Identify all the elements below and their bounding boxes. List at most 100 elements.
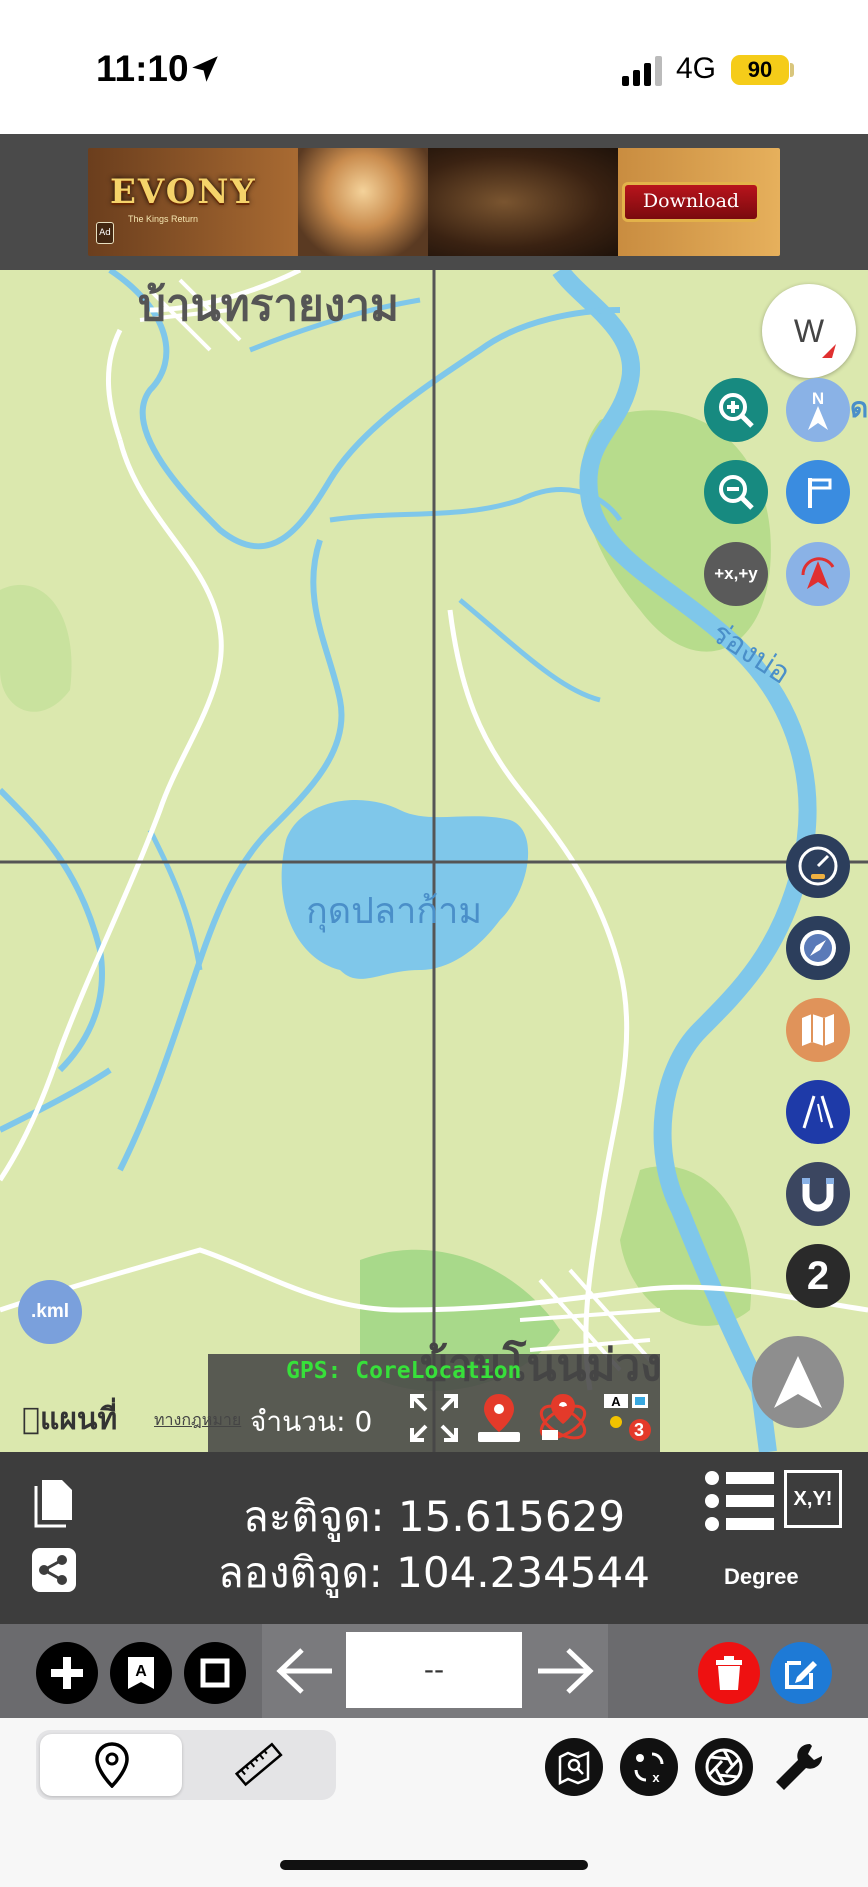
add-label-button[interactable]: A	[110, 1642, 172, 1704]
layer-number-button[interactable]: 2	[786, 1244, 850, 1308]
ad-badge: Ad	[96, 222, 114, 244]
ruler-icon	[234, 1742, 283, 1787]
battery-nub	[790, 63, 794, 77]
svg-text:A: A	[135, 1663, 147, 1680]
stream	[0, 1067, 112, 1133]
delete-button[interactable]	[698, 1642, 760, 1704]
battery-icon: 90	[731, 55, 789, 85]
page-input[interactable]: --	[346, 1632, 522, 1708]
map-type-button[interactable]	[786, 998, 850, 1062]
road	[106, 328, 123, 441]
svg-text:A: A	[611, 1394, 621, 1409]
offset-xy-button[interactable]: +x,+y	[704, 542, 768, 606]
my-location-button[interactable]	[752, 1336, 844, 1428]
segment-pin[interactable]	[40, 1734, 182, 1796]
map-label-north-village: บ้านทรายงาม	[138, 280, 400, 331]
apple-logo-icon: 	[22, 1402, 40, 1437]
cluster-badge-count: 3	[634, 1420, 645, 1440]
ad-download-button[interactable]: Download	[622, 182, 760, 222]
speedometer-icon	[798, 846, 838, 886]
pin-cluster-icon[interactable]	[534, 1392, 592, 1444]
ad-tagline: The Kings Return	[128, 214, 199, 224]
location-arrow-icon	[192, 56, 218, 82]
heading-arrow-icon	[801, 557, 835, 589]
ad-logo: EVONY	[110, 172, 257, 212]
zoom-out-icon	[719, 475, 754, 510]
coordinate-panel: ละติจูด: 15.615629 ลองติจูด: 104.234544 …	[0, 1452, 868, 1624]
map-label-lake: กุดปลาก้าม	[306, 891, 483, 932]
segment-ruler[interactable]	[186, 1734, 332, 1796]
svg-text:x: x	[652, 1770, 660, 1785]
point-count: จำนวน: 0	[250, 1405, 373, 1438]
kml-button[interactable]: .kml	[18, 1280, 82, 1344]
edit-button[interactable]	[770, 1642, 832, 1704]
square-icon	[200, 1658, 230, 1688]
next-arrow-icon[interactable]	[534, 1644, 596, 1698]
north-arrow-icon: N	[808, 389, 828, 430]
gps-source: GPS: CoreLocation	[286, 1358, 522, 1384]
add-pin-icon[interactable]	[476, 1392, 522, 1444]
area-button[interactable]	[184, 1642, 246, 1704]
compass-icon	[800, 930, 836, 966]
fullscreen-icon[interactable]	[408, 1392, 460, 1444]
mode-segmented-control	[36, 1730, 336, 1800]
ad-banner[interactable]: EVONY The Kings Return Ad Download	[88, 148, 780, 256]
ad-character-image	[298, 148, 428, 256]
svg-text:N: N	[812, 389, 824, 408]
snap-button[interactable]	[786, 1162, 850, 1226]
stream	[147, 828, 203, 971]
map-view[interactable]: บ้านทรายงาม กุดปลาก้าม บ้านโนนม่วง ร่องบ…	[0, 270, 868, 1452]
add-button[interactable]	[36, 1642, 98, 1704]
compass-button[interactable]: W	[762, 284, 856, 378]
unit-label[interactable]: Degree	[724, 1564, 799, 1590]
status-bar: 11:10 4G 90	[0, 0, 868, 134]
list-icon[interactable]	[704, 1470, 776, 1532]
zoom-in-icon	[719, 393, 754, 428]
aperture-icon	[705, 1748, 743, 1786]
home-indicator	[280, 1860, 588, 1870]
plus-icon	[51, 1657, 83, 1689]
signpost-icon	[808, 478, 832, 508]
signal-icon	[622, 56, 662, 86]
route-button[interactable]	[786, 460, 850, 524]
map-pin-icon	[95, 1742, 129, 1788]
network-type: 4G	[676, 52, 717, 85]
stream	[329, 487, 623, 523]
gps-panel: GPS: CoreLocation จำนวน: 0 A 3	[208, 1354, 660, 1452]
forest-area	[0, 584, 72, 712]
speedometer-button[interactable]	[786, 834, 850, 898]
road-icon	[802, 1095, 834, 1129]
label-tag-icon: A	[128, 1657, 154, 1689]
stream	[0, 787, 105, 1073]
zoom-in-button[interactable]	[704, 378, 768, 442]
label-layer-icon[interactable]: A	[598, 1392, 656, 1444]
bearing-button[interactable]	[786, 916, 850, 980]
edit-icon	[785, 1661, 817, 1689]
folded-map-icon	[802, 1014, 834, 1046]
apple-maps-logo: แผนที่	[22, 1396, 117, 1443]
bottom-bar: x	[0, 1718, 868, 1887]
stream	[458, 598, 601, 703]
navigation-arrow-icon	[774, 1356, 822, 1408]
toolbar: A --	[0, 1624, 868, 1718]
previous-arrow-icon[interactable]	[274, 1644, 336, 1698]
ad-dragon-image	[428, 148, 618, 256]
map-search-icon	[558, 1751, 590, 1785]
heading-button[interactable]	[786, 542, 850, 606]
settings-wrench-icon[interactable]	[770, 1738, 828, 1796]
map-label-edge: ด	[850, 391, 868, 424]
compass-needle-icon	[822, 344, 836, 358]
road-layer-button[interactable]	[786, 1080, 850, 1144]
screen: 11:10 4G 90 EVONY The Kings Return Ad Do…	[0, 0, 868, 1887]
xy-format-button[interactable]: X,Y!	[784, 1470, 842, 1528]
map-canvas	[0, 270, 868, 1452]
magnet-icon	[802, 1178, 834, 1212]
trash-icon	[716, 1656, 742, 1690]
compass-letter: W	[793, 312, 825, 349]
map-search-button[interactable]	[545, 1738, 603, 1796]
convert-icon: x	[634, 1752, 664, 1785]
north-up-button[interactable]: N	[786, 378, 850, 442]
zoom-out-button[interactable]	[704, 460, 768, 524]
camera-button[interactable]	[695, 1738, 753, 1796]
convert-coordinates-button[interactable]: x	[620, 1738, 678, 1796]
